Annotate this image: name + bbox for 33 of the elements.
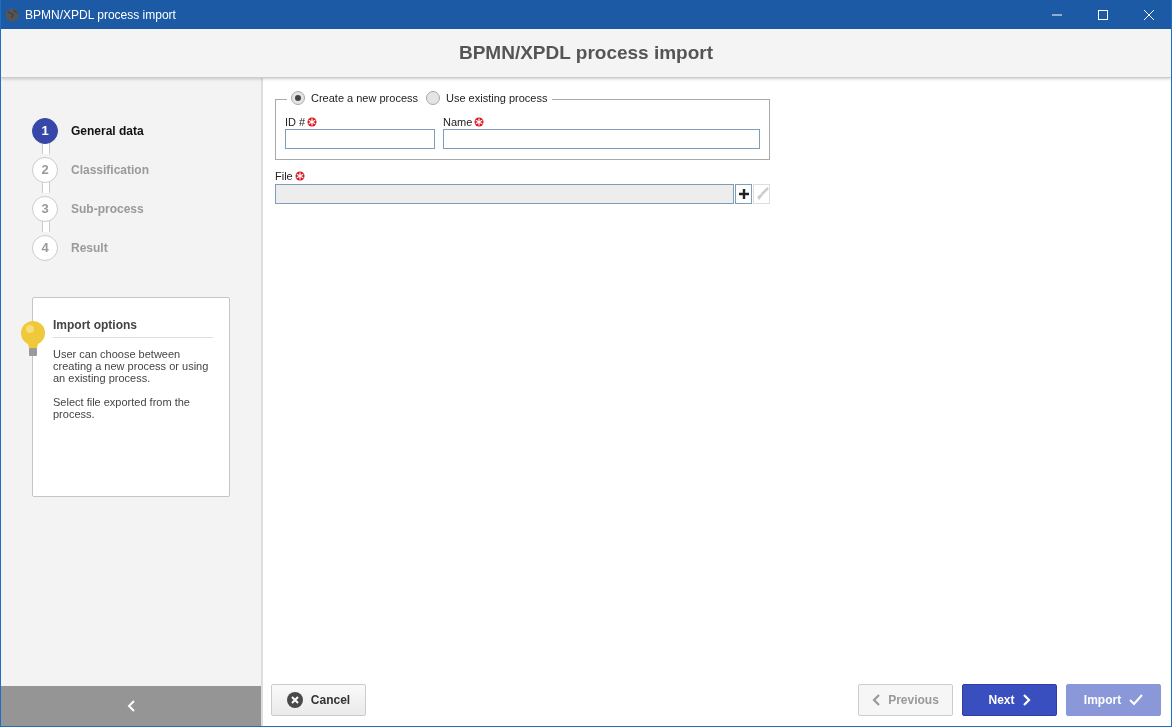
maximize-icon: [1098, 9, 1108, 20]
chevron-left-icon[interactable]: [127, 700, 135, 712]
add-button[interactable]: [735, 184, 752, 204]
dialog-title: BPMN/XPDL process import: [458, 42, 714, 64]
step-label: Classification: [71, 162, 150, 177]
step-label: General data: [71, 123, 144, 138]
step-number: 2: [32, 156, 58, 183]
step-label: Sub-process: [71, 201, 144, 216]
text-field[interactable]: [443, 129, 760, 149]
step-number: 1: [32, 117, 58, 144]
cancel-button[interactable]: Cancel: [271, 684, 366, 716]
text-field[interactable]: [285, 129, 435, 149]
brush-icon: [754, 187, 769, 201]
step-label: Result: [71, 240, 108, 255]
radio-option[interactable]: Use existing process: [426, 91, 548, 105]
tip-title: Import options: [53, 318, 213, 338]
next-button[interactable]: Next: [962, 684, 1057, 716]
field-label: ID #: [285, 116, 306, 128]
field-label: Name: [443, 116, 473, 128]
close-circle-icon: [286, 692, 303, 708]
close-icon: [1144, 9, 1154, 20]
checkmark-icon: [1129, 694, 1144, 706]
field-label: File: [275, 170, 293, 182]
chevron-right-icon: [1022, 694, 1031, 706]
step-number: 3: [32, 195, 58, 222]
window-title: BPMN/XPDL process import: [25, 7, 176, 22]
chevron-left-icon: [872, 694, 881, 706]
radio-option[interactable]: Create a new process: [291, 91, 418, 105]
tip-text: User can choose between creating a new process or using an existing process.: [53, 348, 210, 384]
globe-icon: [5, 7, 19, 22]
step-number: 4: [32, 234, 58, 261]
plus-icon: [738, 189, 749, 199]
tip-text: Select file exported from the process.: [53, 396, 191, 420]
